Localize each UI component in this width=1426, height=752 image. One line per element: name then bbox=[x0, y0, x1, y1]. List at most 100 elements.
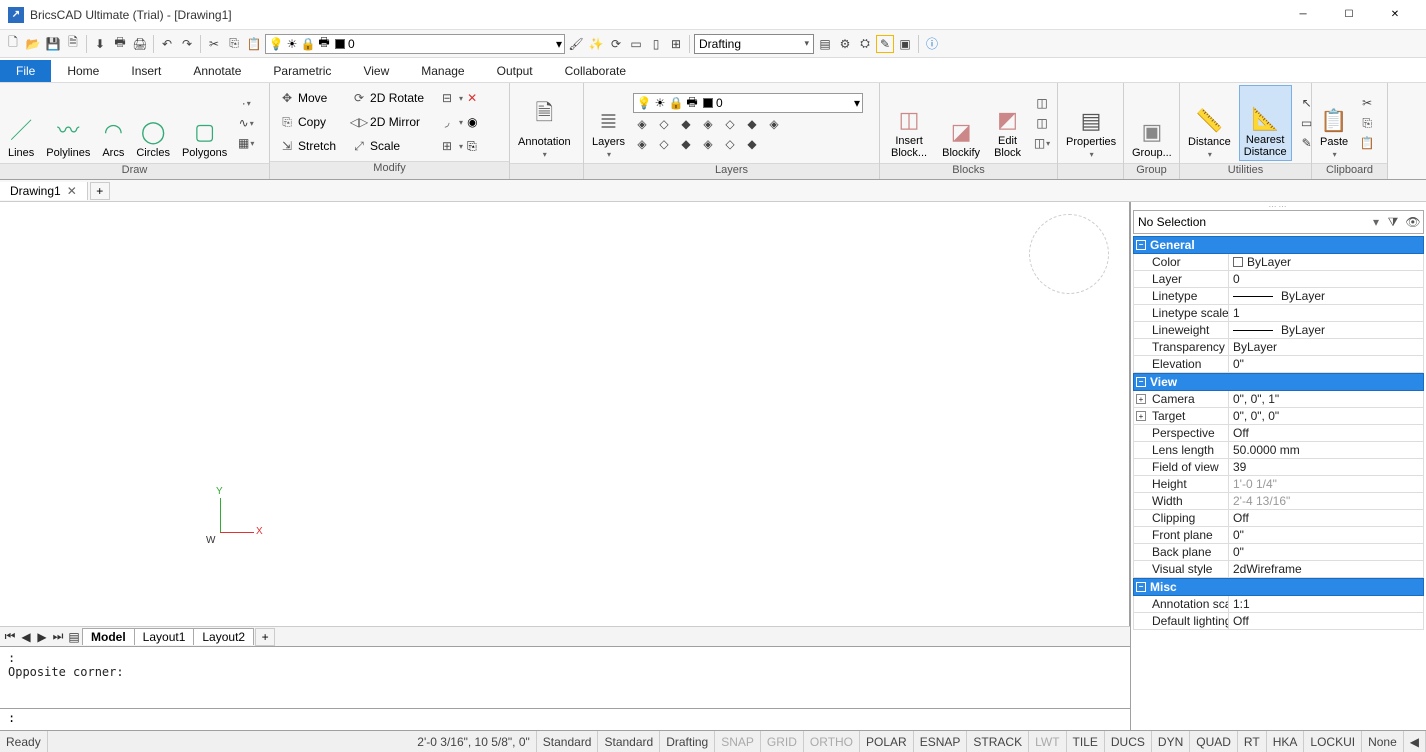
status-toggle-tile[interactable]: TILE bbox=[1067, 731, 1105, 752]
prop-row[interactable]: Lens length50.0000 mm bbox=[1133, 442, 1424, 459]
view-compass-icon[interactable] bbox=[1029, 214, 1109, 294]
paste-clip-icon[interactable]: 📋 bbox=[245, 35, 263, 53]
circles-button[interactable]: ◯Circles bbox=[132, 85, 174, 161]
status-toggle-none[interactable]: None bbox=[1362, 731, 1404, 752]
mirror-button[interactable]: ◁▷2D Mirror bbox=[348, 111, 428, 133]
rotate-button[interactable]: ⟳2D Rotate bbox=[348, 87, 428, 109]
status-toggle-quad[interactable]: QUAD bbox=[1190, 731, 1238, 752]
saveas-icon[interactable]: 🗎 bbox=[64, 35, 82, 53]
status-toggle-strack[interactable]: STRACK bbox=[967, 731, 1029, 752]
tool-icon[interactable]: ⚙ bbox=[836, 35, 854, 53]
layeriso-icon[interactable]: ◈ bbox=[633, 115, 651, 133]
edit-block-button[interactable]: ◩Edit Block bbox=[988, 85, 1027, 161]
regen-icon[interactable]: ⟳ bbox=[607, 35, 625, 53]
gear-icon[interactable]: ⛭ bbox=[856, 35, 874, 53]
sheet-icon[interactable]: ▤ bbox=[816, 35, 834, 53]
save-icon[interactable]: 💾 bbox=[44, 35, 62, 53]
grid-icon[interactable]: ⊞ bbox=[667, 35, 685, 53]
point-icon[interactable]: ·▾ bbox=[237, 94, 255, 112]
status-toggle-rt[interactable]: RT bbox=[1238, 731, 1267, 752]
close-tab-icon[interactable]: ✕ bbox=[67, 184, 77, 198]
stretch-button[interactable]: ⇲Stretch bbox=[276, 135, 340, 157]
tab-home[interactable]: Home bbox=[51, 60, 115, 82]
command-history[interactable]: : Opposite corner: bbox=[0, 646, 1130, 708]
selection-combo[interactable]: No Selection bbox=[1134, 213, 1369, 231]
prop-row[interactable]: Field of view39 bbox=[1133, 459, 1424, 476]
matchprop-icon[interactable]: 🖌 bbox=[567, 35, 585, 53]
layout-first-icon[interactable]: ⏮ bbox=[2, 629, 18, 644]
layout-next-icon[interactable]: ▶ bbox=[34, 630, 50, 644]
arcs-button[interactable]: ◠Arcs bbox=[98, 85, 128, 161]
prop-group-misc[interactable]: −Misc bbox=[1133, 578, 1424, 596]
move-button[interactable]: ✥Move bbox=[276, 87, 340, 109]
array-button[interactable]: ⊞▾ ⎘ bbox=[436, 135, 482, 157]
prop-row[interactable]: Layer0 bbox=[1133, 271, 1424, 288]
status-toggle-lockui[interactable]: LOCKUI bbox=[1304, 731, 1362, 752]
workspace-combo[interactable]: Drafting ▾ bbox=[694, 34, 814, 54]
prop-row[interactable]: Height1'-0 1/4" bbox=[1133, 476, 1424, 493]
prop-row[interactable]: LineweightByLayer bbox=[1133, 322, 1424, 339]
nearest-distance-button[interactable]: 📐Nearest Distance bbox=[1239, 85, 1292, 161]
tab-collaborate[interactable]: Collaborate bbox=[549, 60, 642, 82]
prop-row[interactable]: Visual style2dWireframe bbox=[1133, 561, 1424, 578]
help-icon[interactable]: ⓘ bbox=[923, 35, 941, 53]
layout-model[interactable]: Model bbox=[82, 628, 135, 645]
close-button[interactable]: ✕ bbox=[1372, 0, 1418, 30]
select-icon[interactable]: ▭ bbox=[627, 35, 645, 53]
edit-icon[interactable]: ✎ bbox=[876, 35, 894, 53]
status-ws[interactable]: Drafting bbox=[660, 731, 715, 752]
layout-list-icon[interactable]: ▤ bbox=[66, 630, 82, 644]
quick-layer-combo[interactable]: 💡 ☀ 🔒 🖶 0 ▾ bbox=[265, 34, 565, 54]
copy-clip-icon[interactable]: ⎘ bbox=[225, 35, 243, 53]
paste-button[interactable]: 📋Paste▾ bbox=[1316, 85, 1352, 161]
tab-annotate[interactable]: Annotate bbox=[177, 60, 257, 82]
polygons-button[interactable]: ▢Polygons bbox=[178, 85, 231, 161]
ext-icon[interactable]: ▣ bbox=[896, 35, 914, 53]
fillet-button[interactable]: ◞▾ ◉ bbox=[436, 111, 482, 133]
maximize-button[interactable]: ☐ bbox=[1326, 0, 1372, 30]
new-icon[interactable]: 🗋 bbox=[4, 35, 22, 53]
prop-group-view[interactable]: −View bbox=[1133, 373, 1424, 391]
drawing-tab-active[interactable]: Drawing1✕ bbox=[0, 182, 88, 200]
prop-row[interactable]: Default lightingOff bbox=[1133, 613, 1424, 630]
tab-output[interactable]: Output bbox=[481, 60, 549, 82]
ribbon-layer-combo[interactable]: 💡☀🔒🖶 0▾ bbox=[633, 93, 863, 113]
layers-button[interactable]: ≣Layers▾ bbox=[588, 85, 629, 161]
distance-button[interactable]: 📏Distance▾ bbox=[1184, 85, 1235, 161]
undo-icon[interactable]: ↶ bbox=[158, 35, 176, 53]
select2-icon[interactable]: ▯ bbox=[647, 35, 665, 53]
tab-file[interactable]: File bbox=[0, 60, 51, 82]
spline-icon[interactable]: ∿▾ bbox=[237, 114, 255, 132]
status-toggle-snap[interactable]: SNAP bbox=[715, 731, 761, 752]
prop-row[interactable]: Elevation0" bbox=[1133, 356, 1424, 373]
status-arrow-icon[interactable]: ◀ bbox=[1404, 731, 1426, 752]
insert-block-button[interactable]: ◫Insert Block... bbox=[884, 85, 934, 161]
new-tab-button[interactable]: + bbox=[90, 182, 110, 200]
trim-button[interactable]: ⊟▾ ✕ bbox=[436, 87, 482, 109]
prop-row[interactable]: Width2'-4 13/16" bbox=[1133, 493, 1424, 510]
copy2-icon[interactable]: ⎘ bbox=[1358, 114, 1376, 132]
status-toggle-lwt[interactable]: LWT bbox=[1029, 731, 1066, 752]
drawing-canvas[interactable]: WYX bbox=[0, 202, 1130, 626]
layout-2[interactable]: Layout2 bbox=[193, 628, 254, 645]
layout-1[interactable]: Layout1 bbox=[134, 628, 195, 645]
star-icon[interactable]: ✨ bbox=[587, 35, 605, 53]
command-line[interactable]: : bbox=[0, 708, 1130, 730]
status-toggle-ducs[interactable]: DUCS bbox=[1105, 731, 1152, 752]
plot-preview-icon[interactable]: 🖨 bbox=[131, 35, 149, 53]
lines-button[interactable]: ／Lines bbox=[4, 85, 38, 161]
properties-button[interactable]: ▤Properties▾ bbox=[1062, 85, 1120, 161]
prop-group-general[interactable]: −General bbox=[1133, 236, 1424, 254]
filter-icon[interactable]: ⧩ bbox=[1383, 215, 1403, 230]
annotation-button[interactable]: 🗎Annotation▾ bbox=[514, 85, 575, 161]
tab-manage[interactable]: Manage bbox=[405, 60, 480, 82]
minimize-button[interactable]: ─ bbox=[1280, 0, 1326, 30]
tab-parametric[interactable]: Parametric bbox=[257, 60, 347, 82]
panel-grip-icon[interactable]: ⋯⋯ bbox=[1131, 202, 1426, 210]
tab-insert[interactable]: Insert bbox=[115, 60, 177, 82]
prop-row[interactable]: Front plane0" bbox=[1133, 527, 1424, 544]
status-toggle-hka[interactable]: HKA bbox=[1267, 731, 1305, 752]
tab-view[interactable]: View bbox=[347, 60, 405, 82]
import-icon[interactable]: ⬇ bbox=[91, 35, 109, 53]
status-std1[interactable]: Standard bbox=[537, 731, 599, 752]
